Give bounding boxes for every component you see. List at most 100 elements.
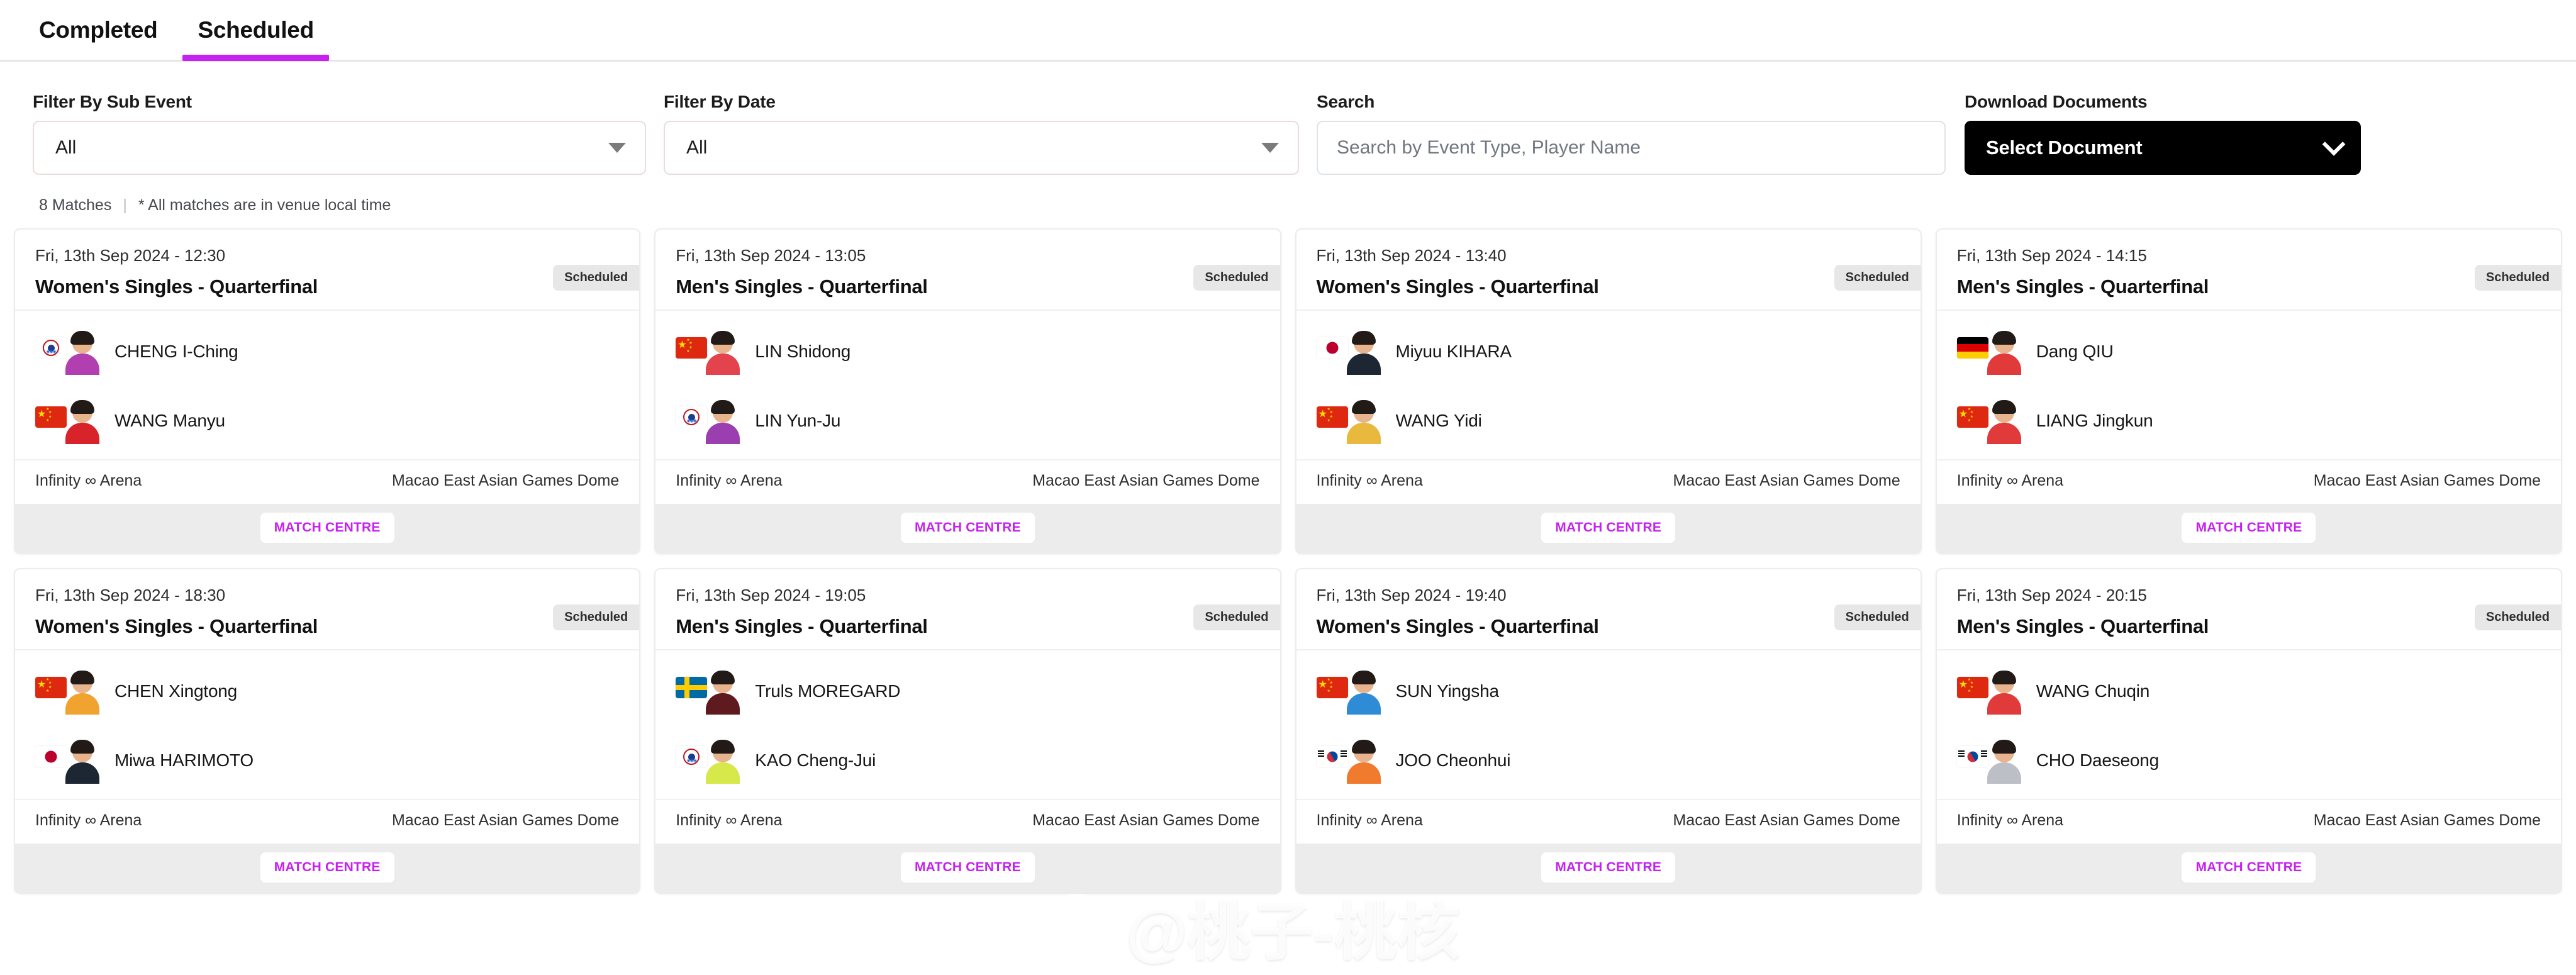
player-name: Miwa HARIMOTO xyxy=(114,750,254,770)
match-count-bar: 8 Matches | * All matches are in venue l… xyxy=(0,175,2576,214)
search-box[interactable] xyxy=(1317,121,1946,175)
player-row[interactable]: Dang QIU xyxy=(1937,317,2561,386)
status-badge: Scheduled xyxy=(2474,265,2561,291)
filter-date-label: Filter By Date xyxy=(664,92,776,111)
match-centre-button[interactable]: MATCH CENTRE xyxy=(1541,852,1676,883)
player-row[interactable]: ★ ★ ★ ★ ★ CHEN Xingtong xyxy=(15,657,639,726)
player-flag-and-photo: ★ ★ ★ ★ ★ xyxy=(1316,668,1386,715)
venue-arena-name: Macao East Asian Games Dome xyxy=(391,472,620,489)
weibo-watermark-text: @桃子-桃核 xyxy=(1126,897,1460,967)
match-players: ★ ★ ★ ★ ★ SUN Yingsha JOO Cheonhui xyxy=(1296,649,1921,799)
player-row[interactable]: ★ ★ ★ ★ ★ WANG Yidi xyxy=(1296,386,1921,455)
match-venue-row: Infinity ∞ Arena Macao East Asian Games D… xyxy=(15,459,640,504)
tab-scheduled[interactable]: Scheduled xyxy=(177,0,333,61)
player-name: KAO Cheng-Jui xyxy=(755,750,876,770)
match-count: 8 Matches xyxy=(39,196,112,214)
player-name: Miyuu KIHARA xyxy=(1395,342,1512,361)
match-datetime: Fri, 13th Sep 2024 - 18:30 xyxy=(35,586,226,604)
player-row[interactable]: ★ ★ ★ ★ ★ LIANG Jingkun xyxy=(1937,386,2561,455)
player-row[interactable]: Miwa HARIMOTO xyxy=(15,726,639,795)
match-card[interactable]: Fri, 13th Sep 2024 - 18:30 Women's Single… xyxy=(14,568,641,894)
player-row[interactable]: ★ ★ ★ ★ ★ LIN Shidong xyxy=(655,317,1280,386)
player-row[interactable]: ★ ★ ★ ★ ★ SUN Yingsha xyxy=(1296,657,1921,726)
player-row[interactable]: JOO Cheonhui xyxy=(1296,726,1921,795)
match-event-title: Women's Singles - Quarterfinal xyxy=(35,615,318,637)
match-card[interactable]: Fri, 13th Sep 2024 - 19:05 Men's Singles … xyxy=(654,568,1281,894)
search-input[interactable] xyxy=(1337,137,1926,159)
search-label: Search xyxy=(1317,92,1375,111)
match-centre-button[interactable]: MATCH CENTRE xyxy=(2182,513,2316,543)
select-document-button[interactable]: Select Document xyxy=(1965,121,2361,175)
player-avatar xyxy=(1342,668,1386,715)
match-card-header: Fri, 13th Sep 2024 - 12:30 Women's Single… xyxy=(15,230,640,309)
search-group: Search xyxy=(1317,92,1946,175)
download-documents-group: Download Documents Select Document xyxy=(1965,92,2361,175)
match-centre-button[interactable]: MATCH CENTRE xyxy=(1541,513,1676,543)
match-centre-button[interactable]: MATCH CENTRE xyxy=(900,852,1035,883)
venue-arena-name: Macao East Asian Games Dome xyxy=(391,811,620,829)
match-card-header: Fri, 13th Sep 2024 - 19:05 Men's Singles … xyxy=(655,569,1280,649)
match-venue-row: Infinity ∞ Arena Macao East Asian Games D… xyxy=(1936,459,2561,504)
match-centre-button[interactable]: MATCH CENTRE xyxy=(260,852,394,883)
player-avatar xyxy=(60,668,104,715)
status-badge: Scheduled xyxy=(1193,604,1280,630)
filter-date-select[interactable]: All xyxy=(664,121,1299,175)
player-avatar xyxy=(60,328,104,375)
player-avatar xyxy=(1342,328,1386,375)
meta-separator: | xyxy=(123,196,127,214)
player-row[interactable]: ★ ★ ★ ★ ★ WANG Chuqin xyxy=(1937,657,2561,726)
match-card-footer: MATCH CENTRE xyxy=(1296,844,1921,893)
match-centre-button[interactable]: MATCH CENTRE xyxy=(900,513,1035,543)
match-card-footer: MATCH CENTRE xyxy=(655,504,1280,553)
player-row[interactable]: ◉◉◉ CHENG I-Ching xyxy=(15,317,639,386)
match-card[interactable]: Fri, 13th Sep 2024 - 13:05 Men's Singles … xyxy=(654,228,1281,554)
player-row[interactable]: Truls MOREGARD xyxy=(655,657,1280,726)
filter-date-value: All xyxy=(686,137,708,158)
scheduled-matches-page: Completed Scheduled Filter By Sub Event … xyxy=(0,0,2576,975)
player-name: CHO Daeseong xyxy=(2036,750,2160,770)
player-row[interactable]: ★ ★ ★ ★ ★ WANG Manyu xyxy=(15,386,639,455)
download-documents-label: Download Documents xyxy=(1965,92,2148,111)
player-flag-and-photo: ★ ★ ★ ★ ★ xyxy=(35,668,104,715)
match-card-footer: MATCH CENTRE xyxy=(1296,504,1921,553)
player-name: WANG Chuqin xyxy=(2036,681,2150,701)
player-name: JOO Cheonhui xyxy=(1395,750,1511,770)
match-card[interactable]: Fri, 13th Sep 2024 - 14:15 Men's Singles … xyxy=(1935,228,2562,554)
player-row[interactable]: CHO Daeseong xyxy=(1937,726,2561,795)
match-card[interactable]: Fri, 13th Sep 2024 - 20:15 Men's Singles … xyxy=(1935,568,2562,894)
venue-arena-name: Macao East Asian Games Dome xyxy=(1032,472,1260,489)
match-centre-button[interactable]: MATCH CENTRE xyxy=(260,513,394,543)
select-document-value: Select Document xyxy=(1986,136,2143,159)
match-event-title: Men's Singles - Quarterfinal xyxy=(676,615,928,637)
match-card[interactable]: Fri, 13th Sep 2024 - 12:30 Women's Single… xyxy=(14,228,641,554)
match-card[interactable]: Fri, 13th Sep 2024 - 13:40 Women's Single… xyxy=(1295,228,1922,554)
match-card-header: Fri, 13th Sep 2024 - 14:15 Men's Singles … xyxy=(1937,230,2561,309)
status-badge: Scheduled xyxy=(553,265,640,291)
player-name: SUN Yingsha xyxy=(1395,681,1500,701)
player-flag-and-photo: ◉◉◉ xyxy=(676,398,745,444)
match-event-title: Men's Singles - Quarterfinal xyxy=(676,276,928,298)
match-centre-button[interactable]: MATCH CENTRE xyxy=(2182,852,2316,883)
match-datetime: Fri, 13th Sep 2024 - 19:05 xyxy=(676,586,866,604)
match-card[interactable]: Fri, 13th Sep 2024 - 19:40 Women's Single… xyxy=(1295,568,1922,894)
match-card-footer: MATCH CENTRE xyxy=(1936,844,2561,893)
status-badge: Scheduled xyxy=(1193,265,1280,291)
player-avatar xyxy=(60,398,104,444)
player-avatar xyxy=(1982,737,2026,784)
player-flag-and-photo: ◉◉◉ xyxy=(35,328,104,375)
player-row[interactable]: ◉◉◉ LIN Yun-Ju xyxy=(655,386,1280,455)
tab-completed[interactable]: Completed xyxy=(19,0,177,61)
player-flag-and-photo: ★ ★ ★ ★ ★ xyxy=(1956,668,2026,715)
player-flag-and-photo: ◉◉◉ xyxy=(676,737,745,784)
match-venue-row: Infinity ∞ Arena Macao East Asian Games D… xyxy=(15,799,640,844)
venue-table-name: Infinity ∞ Arena xyxy=(35,472,142,489)
filter-sub-event-select[interactable]: All xyxy=(33,121,646,175)
player-avatar xyxy=(1982,398,2026,444)
match-card-header: Fri, 13th Sep 2024 - 20:15 Men's Singles … xyxy=(1937,569,2561,649)
player-flag-and-photo: ★ ★ ★ ★ ★ xyxy=(676,328,745,375)
match-datetime: Fri, 13th Sep 2024 - 13:05 xyxy=(676,246,866,265)
player-avatar xyxy=(701,328,745,375)
match-venue-row: Infinity ∞ Arena Macao East Asian Games D… xyxy=(1296,799,1921,844)
player-row[interactable]: ◉◉◉ KAO Cheng-Jui xyxy=(655,726,1280,795)
player-row[interactable]: Miyuu KIHARA xyxy=(1296,317,1921,386)
